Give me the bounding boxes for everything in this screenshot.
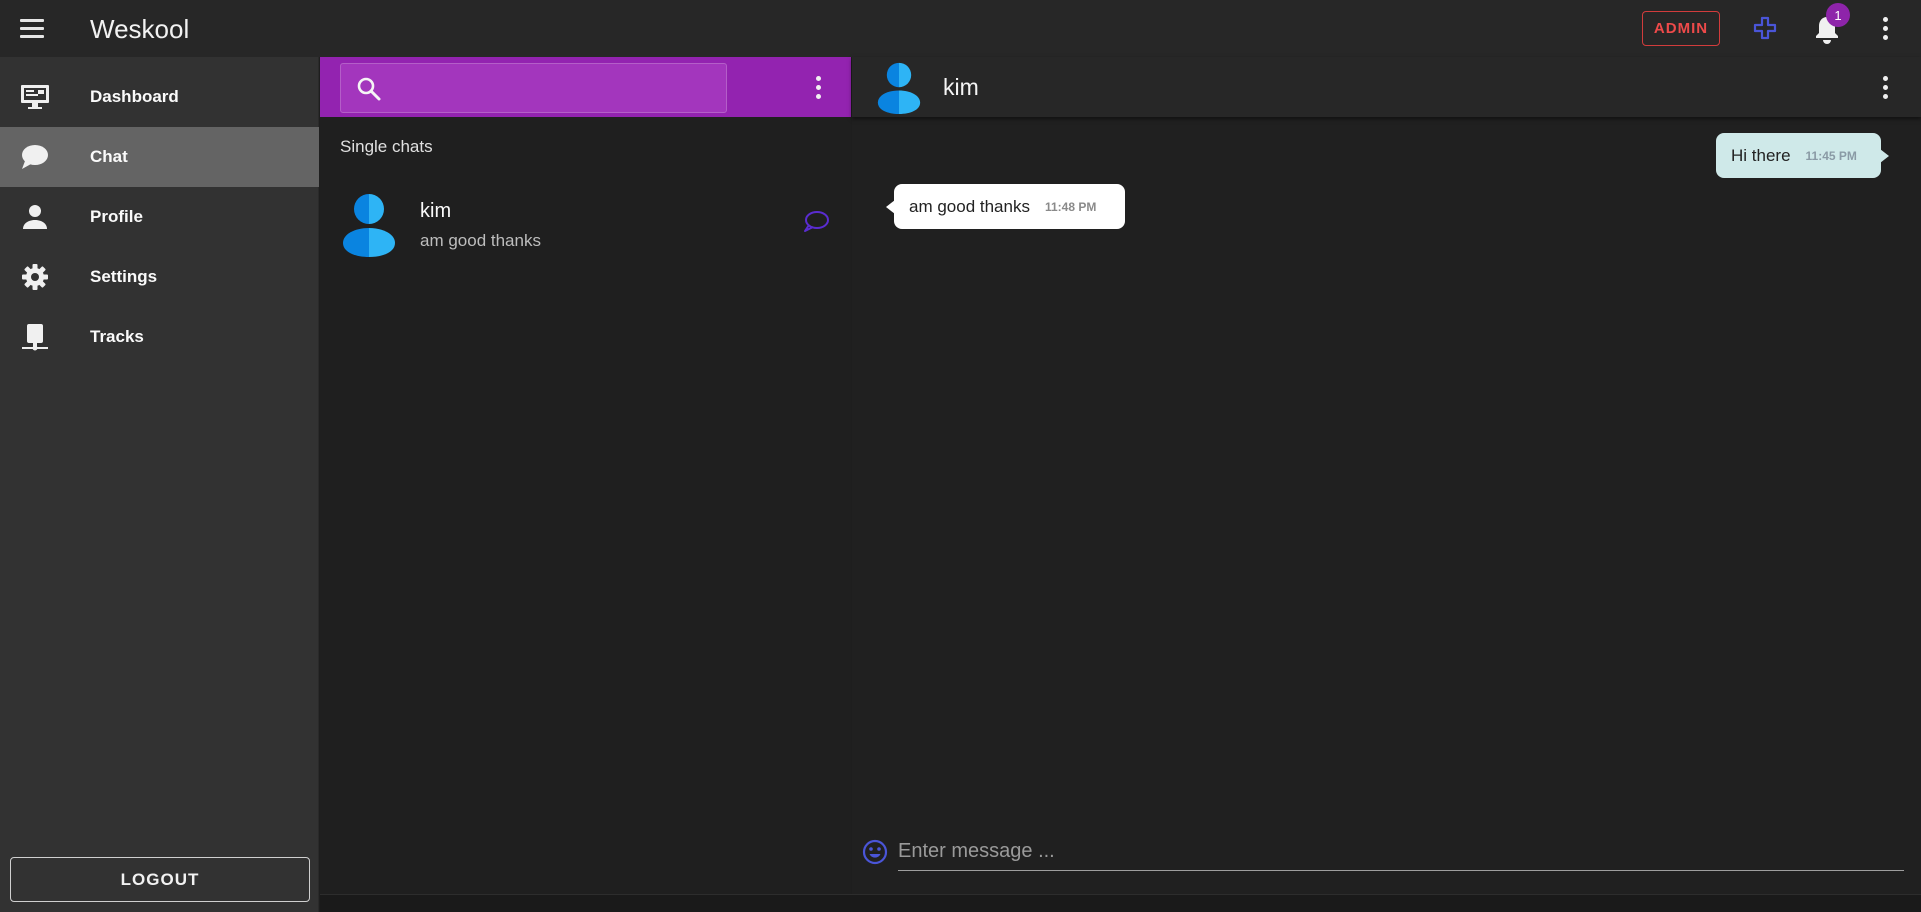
admin-button[interactable]: ADMIN bbox=[1642, 11, 1720, 46]
notification-count-badge: 1 bbox=[1826, 3, 1850, 27]
outgoing-message: Hi there 11:45 PM bbox=[1716, 133, 1889, 178]
message-composer bbox=[852, 827, 1921, 877]
app-title: Weskool bbox=[90, 14, 190, 44]
chat-last-message: am good thanks bbox=[420, 231, 541, 250]
conversation-contact-name: kim bbox=[943, 74, 979, 100]
sidebar-item-label: Dashboard bbox=[90, 87, 179, 106]
incoming-message: am good thanks 11:48 PM bbox=[886, 184, 1125, 229]
more-options-icon[interactable] bbox=[1873, 13, 1897, 43]
monitor-icon bbox=[21, 85, 49, 109]
chat-bubble-icon bbox=[22, 145, 48, 169]
conversation-panel: kim Hi there 11:45 PM am good thanks 11:… bbox=[852, 57, 1921, 894]
message-text: am good thanks bbox=[909, 196, 1030, 216]
sidebar-item-chat[interactable]: Chat bbox=[0, 127, 319, 187]
sidebar-item-label: Profile bbox=[90, 207, 143, 226]
message-text: Hi there bbox=[1731, 145, 1791, 165]
sidebar-item-tracks[interactable]: Tracks bbox=[0, 307, 319, 367]
tracks-icon bbox=[22, 324, 48, 351]
sidebar-item-settings[interactable]: Settings bbox=[0, 247, 319, 307]
message-time: 11:48 PM bbox=[1044, 199, 1097, 214]
sidebar: Dashboard Chat Profile Settings Tracks L… bbox=[0, 57, 319, 912]
message-bubble-icon bbox=[804, 211, 829, 232]
hamburger-menu-icon[interactable] bbox=[20, 14, 50, 42]
sidebar-item-label: Chat bbox=[90, 147, 128, 166]
chat-list-item[interactable]: kim am good thanks bbox=[320, 185, 851, 275]
sidebar-item-label: Tracks bbox=[90, 327, 144, 346]
avatar-icon bbox=[877, 62, 921, 114]
section-title: Single chats bbox=[340, 137, 433, 156]
search-icon bbox=[357, 77, 381, 101]
message-input[interactable] bbox=[898, 833, 1904, 871]
chat-contact-name: kim bbox=[420, 200, 452, 222]
search-box[interactable] bbox=[340, 63, 727, 113]
sidebar-item-profile[interactable]: Profile bbox=[0, 187, 319, 247]
conversation-header: kim bbox=[852, 57, 1921, 117]
gear-icon bbox=[22, 264, 48, 290]
top-app-bar: Weskool ADMIN 1 bbox=[0, 0, 1921, 57]
conversation-options-icon[interactable] bbox=[1873, 72, 1897, 102]
emoji-icon[interactable] bbox=[862, 839, 888, 865]
avatar-icon bbox=[343, 194, 395, 257]
chat-list-header bbox=[320, 57, 851, 117]
person-icon bbox=[23, 205, 47, 229]
chat-list-options-icon[interactable] bbox=[806, 72, 830, 102]
bottom-scrollbar-track bbox=[320, 894, 1921, 912]
add-cross-icon[interactable] bbox=[1752, 15, 1778, 41]
search-input[interactable] bbox=[391, 78, 711, 98]
chat-list-panel: Single chats kim am good thanks bbox=[320, 57, 851, 894]
sidebar-item-dashboard[interactable]: Dashboard bbox=[0, 67, 319, 127]
message-time: 11:45 PM bbox=[1805, 148, 1857, 163]
sidebar-item-label: Settings bbox=[90, 267, 158, 286]
logout-button[interactable]: LOGOUT bbox=[10, 857, 310, 902]
